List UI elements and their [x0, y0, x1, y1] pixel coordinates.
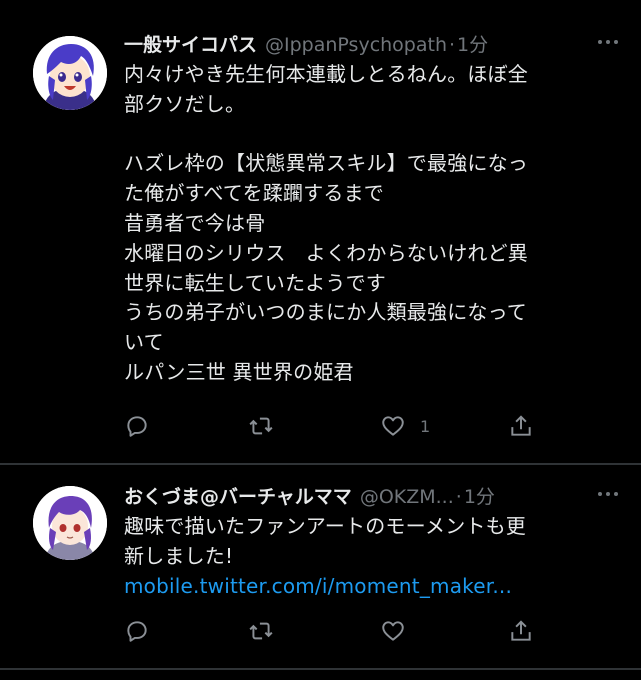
tweet-actions — [124, 616, 544, 646]
display-name[interactable]: 一般サイコパス — [124, 30, 257, 57]
like-icon — [382, 621, 404, 641]
timestamp[interactable]: 1分 — [464, 482, 495, 509]
tweet-text: 趣味で描いたファンアートのモーメントも更 新しました! — [124, 514, 526, 568]
tweet-header: おくづま@バーチャルママ @OKZM... · 1分 — [124, 482, 621, 512]
timestamp[interactable]: 1分 — [457, 30, 488, 57]
tweet[interactable]: 一般サイコパス @IppanPsychopath · 1分 内々けやき先生何本連… — [0, 0, 641, 464]
divider — [0, 463, 641, 465]
share-icon — [511, 620, 531, 641]
reply-button[interactable] — [124, 616, 150, 646]
more-icon[interactable] — [595, 484, 621, 504]
reply-button[interactable] — [124, 411, 150, 441]
user-handle[interactable]: @IppanPsychopath — [265, 34, 447, 56]
divider — [0, 668, 641, 670]
avatar-image — [33, 486, 107, 560]
tweet-text: 内々けやき先生何本連載しとるねん。ほぼ全 部クソだし。 ハズレ枠の【状態異常スキ… — [124, 62, 528, 384]
like-button[interactable]: 1 — [380, 411, 430, 441]
avatar[interactable] — [33, 486, 107, 560]
avatar[interactable] — [33, 36, 107, 110]
tweet-text-block: 趣味で描いたファンアートのモーメントも更 新しました! mobile.twitt… — [124, 512, 614, 601]
reply-icon — [127, 416, 147, 437]
display-name[interactable]: おくづま@バーチャルママ — [124, 482, 352, 509]
user-handle[interactable]: @OKZM... — [360, 486, 454, 508]
retweet-button[interactable] — [248, 616, 274, 646]
tweet[interactable]: おくづま@バーチャルママ @OKZM... · 1分 趣味で描いたファンアートの… — [0, 466, 641, 680]
tweet-header: 一般サイコパス @IppanPsychopath · 1分 — [124, 30, 621, 60]
reply-icon — [127, 621, 147, 642]
like-icon — [382, 416, 404, 436]
avatar-image — [33, 36, 107, 110]
retweet-icon — [249, 417, 273, 435]
retweet-icon — [249, 622, 273, 640]
tweet-link[interactable]: mobile.twitter.com/i/moment_maker... — [124, 574, 512, 598]
separator-dot: · — [449, 34, 456, 56]
tweet-actions: 1 — [124, 411, 544, 441]
like-button[interactable] — [380, 616, 406, 646]
share-button[interactable] — [508, 616, 534, 646]
share-button[interactable] — [508, 411, 534, 441]
more-icon[interactable] — [595, 32, 621, 52]
retweet-button[interactable] — [248, 411, 274, 441]
separator-dot: · — [455, 486, 462, 508]
share-icon — [511, 415, 531, 436]
like-count: 1 — [420, 416, 431, 436]
